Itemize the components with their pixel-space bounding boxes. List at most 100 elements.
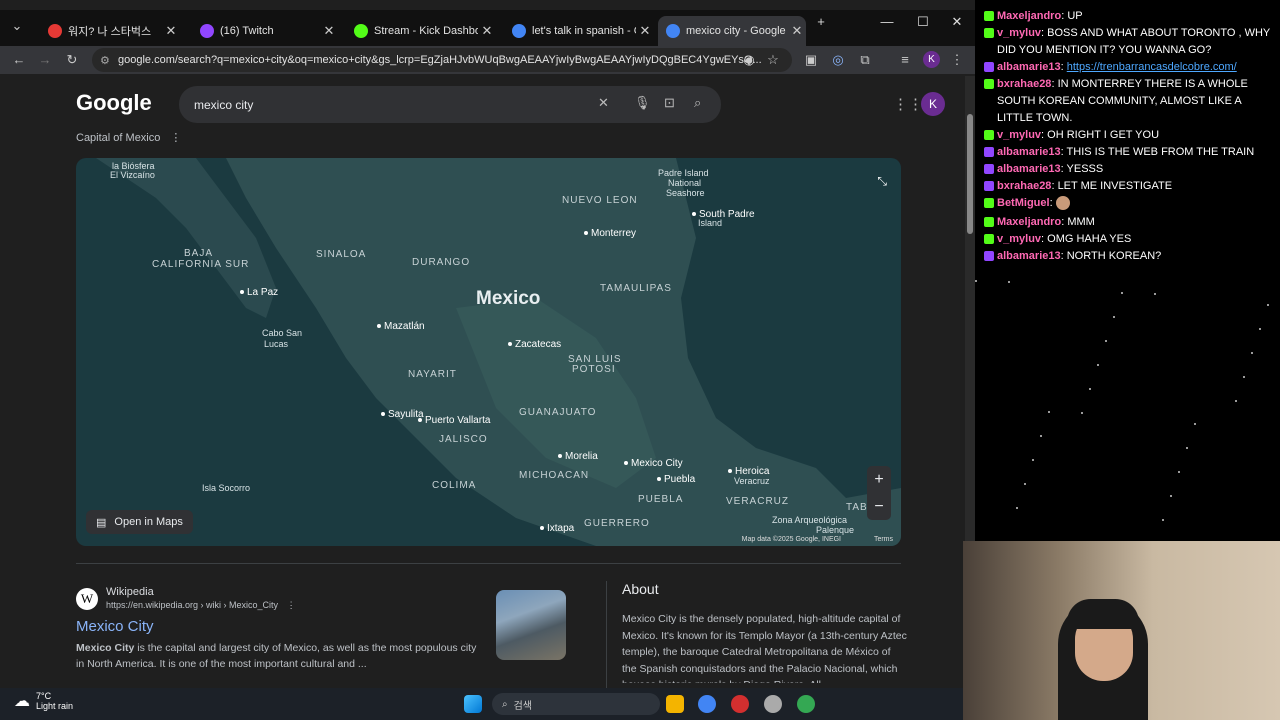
- tab-close-icon[interactable]: ✕: [162, 23, 180, 39]
- result-url[interactable]: https://en.wikipedia.org › wiki › Mexico…: [106, 600, 296, 611]
- minimize-icon[interactable]: —: [872, 14, 902, 29]
- google-logo[interactable]: Google: [76, 90, 152, 116]
- location-icon[interactable]: ◉: [740, 52, 758, 68]
- close-window-icon[interactable]: ✕: [942, 14, 972, 30]
- profile-avatar[interactable]: K: [923, 51, 940, 68]
- map-region-label[interactable]: DURANGO: [412, 257, 470, 268]
- map-city-label[interactable]: Monterrey: [584, 228, 636, 239]
- map-city-label[interactable]: Mazatlán: [377, 321, 425, 332]
- site-info-icon[interactable]: ⚙: [100, 54, 110, 67]
- reload-icon[interactable]: ↻: [63, 52, 81, 68]
- map-small-label[interactable]: El Vizcaíno: [110, 170, 155, 180]
- map-city-label[interactable]: Zacatecas: [508, 339, 561, 350]
- fullscreen-icon[interactable]: ⤡: [877, 174, 887, 189]
- map-region-label[interactable]: NUEVO LEON: [562, 195, 638, 206]
- lens-search-icon[interactable]: ⊡: [664, 95, 675, 111]
- media-icon[interactable]: ≡: [896, 52, 914, 67]
- tab-2[interactable]: Stream - Kick Dashboard✕: [346, 16, 496, 46]
- tab-close-icon[interactable]: ✕: [636, 23, 654, 39]
- chat-text[interactable]: https://trenbarrancasdelcobre.com/: [1067, 61, 1237, 73]
- map-city-label[interactable]: La Paz: [240, 287, 278, 298]
- chat-username[interactable]: albamarie13: [997, 163, 1061, 175]
- map-small-label[interactable]: Zona Arqueológica: [772, 515, 847, 525]
- chat-username[interactable]: v_myluv: [997, 233, 1041, 245]
- map-region-label[interactable]: CALIFORNIA SUR: [152, 259, 249, 270]
- map-small-label[interactable]: Cabo San: [262, 328, 302, 338]
- map-region-label[interactable]: JALISCO: [439, 434, 488, 445]
- tab-close-icon[interactable]: ✕: [320, 23, 338, 39]
- map-region-label[interactable]: SINALOA: [316, 249, 366, 260]
- chat-username[interactable]: v_myluv: [997, 129, 1041, 141]
- map-small-label[interactable]: National: [668, 178, 701, 188]
- open-in-maps-button[interactable]: ▤ Open in Maps: [86, 510, 193, 534]
- chat-username[interactable]: albamarie13: [997, 61, 1061, 73]
- menu-icon[interactable]: ⋮: [948, 52, 966, 68]
- tab-4[interactable]: mexico city - Google Se✕: [658, 16, 806, 46]
- map-region-label[interactable]: MICHOACAN: [519, 470, 589, 481]
- google-avatar[interactable]: K: [921, 92, 945, 116]
- weather-widget[interactable]: ☁ 7°C Light rain: [14, 691, 73, 711]
- maximize-icon[interactable]: ☐: [908, 14, 938, 30]
- zoom-in-button[interactable]: +: [867, 466, 891, 493]
- result-title-link[interactable]: Mexico City: [76, 618, 154, 635]
- map-small-label[interactable]: Lucas: [264, 339, 288, 349]
- map-region-label[interactable]: VERACRUZ: [726, 496, 789, 507]
- map-city-label[interactable]: Puebla: [657, 474, 695, 485]
- map-terms-link[interactable]: Terms: [874, 536, 893, 543]
- back-icon[interactable]: ←: [10, 52, 28, 67]
- chat-username[interactable]: bxrahae28: [997, 180, 1051, 192]
- chat-username[interactable]: bxrahae28: [997, 78, 1051, 90]
- more-options-icon[interactable]: ⋮: [170, 132, 181, 144]
- chat-username[interactable]: v_myluv: [997, 27, 1041, 39]
- chat-username[interactable]: albamarie13: [997, 250, 1061, 262]
- map-small-label[interactable]: Seashore: [666, 188, 705, 198]
- zoom-out-button[interactable]: −: [867, 493, 891, 520]
- extensions-puzzle-icon[interactable]: ⧉: [856, 52, 874, 68]
- map-city-label[interactable]: Sayulita: [381, 409, 424, 420]
- tab-close-icon[interactable]: ✕: [478, 23, 496, 39]
- map-city-label[interactable]: Mexico City: [624, 458, 683, 469]
- file-explorer-icon[interactable]: [666, 695, 684, 713]
- chrome-profile-icon[interactable]: [797, 695, 815, 713]
- map-region-label[interactable]: GUERRERO: [584, 518, 650, 529]
- map-small-label[interactable]: Island: [698, 218, 722, 228]
- scrollbar-thumb[interactable]: [967, 114, 973, 234]
- map-region-label[interactable]: NAYARIT: [408, 369, 457, 380]
- voice-search-icon[interactable]: 🎙: [634, 95, 651, 111]
- map-region-label[interactable]: BAJA: [184, 248, 213, 259]
- map-small-label[interactable]: Isla Socorro: [202, 483, 250, 493]
- chrome-icon[interactable]: [698, 695, 716, 713]
- map-panel[interactable]: BAJA CALIFORNIA SUR SINALOA DURANGO NUEVO LE…: [76, 158, 901, 546]
- map-region-label[interactable]: GUANAJUATO: [519, 407, 596, 418]
- map-city-label[interactable]: Morelia: [558, 451, 598, 462]
- map-city-label[interactable]: Puerto Vallarta: [418, 415, 490, 426]
- taskbar-search[interactable]: ⌕ 검색: [492, 693, 660, 715]
- map-small-label[interactable]: Palenque: [816, 525, 854, 535]
- tab-1[interactable]: (16) Twitch ✕: [192, 16, 338, 46]
- extension-icon[interactable]: ◎: [829, 52, 847, 68]
- windows-start-icon[interactable]: [464, 695, 482, 713]
- map-small-label[interactable]: Padre Island: [658, 168, 709, 178]
- address-input[interactable]: ⚙ google.com/search?q=mexico+city&oq=mex…: [92, 48, 792, 72]
- map-region-label[interactable]: TAMAULIPAS: [600, 283, 672, 294]
- map-small-label[interactable]: Veracruz: [734, 476, 770, 486]
- tab-close-icon[interactable]: ✕: [788, 23, 806, 39]
- chat-username[interactable]: albamarie13: [997, 146, 1061, 158]
- result-thumbnail[interactable]: [496, 590, 566, 660]
- tab-search-icon[interactable]: ⌄: [8, 18, 26, 34]
- clear-search-icon[interactable]: ✕: [598, 95, 609, 111]
- tab-3[interactable]: let's talk in spanish - Go✕: [504, 16, 654, 46]
- chat-username[interactable]: BetMiguel: [997, 197, 1050, 209]
- map-region-label[interactable]: COLIMA: [432, 480, 476, 491]
- chat-username[interactable]: Maxeljandro: [997, 10, 1061, 22]
- search-icon[interactable]: ⌕: [694, 95, 701, 111]
- map-city-label[interactable]: Ixtapa: [540, 523, 574, 534]
- obs-icon[interactable]: [764, 695, 782, 713]
- chat-username[interactable]: Maxeljandro: [997, 216, 1061, 228]
- apps-grid-icon[interactable]: ⋮⋮: [893, 95, 923, 113]
- map-region-label[interactable]: POTOSI: [572, 364, 616, 375]
- tab-0[interactable]: 워지? 나 스타벅스 ✕: [40, 16, 180, 46]
- forward-icon[interactable]: →: [36, 52, 54, 67]
- record-app-icon[interactable]: [731, 695, 749, 713]
- map-region-label[interactable]: PUEBLA: [638, 494, 683, 505]
